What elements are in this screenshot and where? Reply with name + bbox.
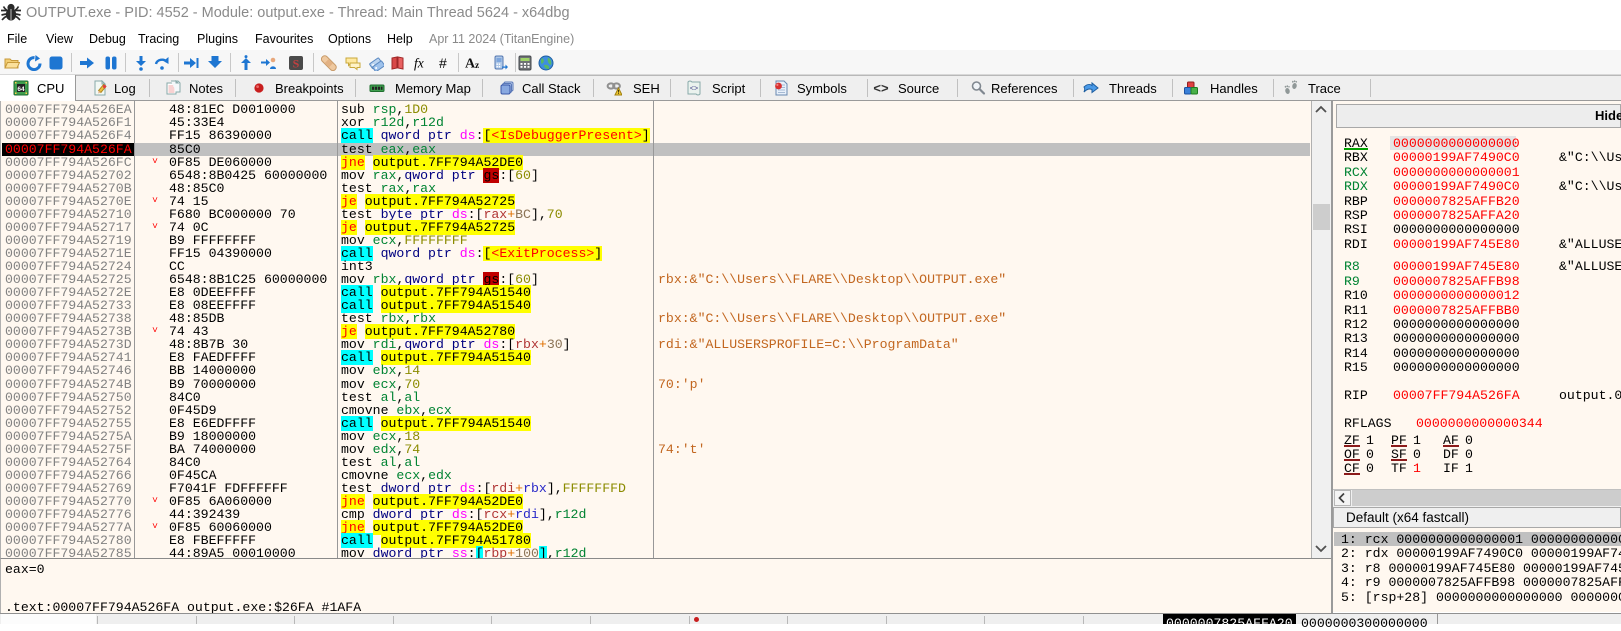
svg-text:z: z [475, 61, 480, 71]
svg-text:!: ! [618, 90, 620, 96]
svg-text:#: # [439, 55, 447, 71]
svg-text:<>: <> [690, 86, 698, 94]
svg-text:64: 64 [17, 86, 25, 93]
svg-text:<>: <> [873, 81, 889, 96]
svg-text:fx: fx [414, 56, 424, 71]
svg-text:S: S [293, 57, 300, 71]
